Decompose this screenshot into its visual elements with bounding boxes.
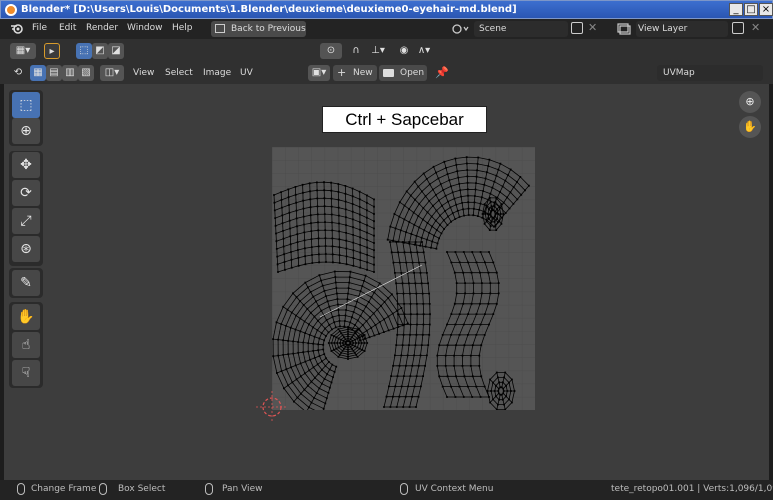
menu-help[interactable]: Help [172, 23, 193, 33]
delete-view-layer-icon[interactable]: ✕ [751, 21, 760, 34]
change-frame-hint: Change Frame [31, 484, 97, 494]
blender-logo-icon [5, 4, 17, 16]
back-to-previous-label: Back to Previous [231, 24, 306, 34]
pin-icon[interactable]: 📌 [435, 66, 449, 79]
proportional-falloff-icon[interactable]: ∧▾ [412, 43, 436, 59]
new-image-label: New [353, 68, 373, 78]
uv-select-mode-icon[interactable]: ▸ [44, 43, 60, 59]
menu-uv[interactable]: UV [240, 68, 253, 78]
proportional-edit-icon[interactable]: ◉ [396, 43, 412, 59]
right-mouse-icon [400, 483, 408, 495]
island-select-icon[interactable]: ▧ [78, 65, 94, 81]
editor-type-icon[interactable]: ▦▾ [10, 43, 36, 59]
new-scene-icon[interactable] [571, 22, 583, 34]
select-box-icon[interactable]: ⬚ [12, 92, 40, 118]
uv-context-menu-hint: UV Context Menu [415, 484, 494, 494]
rotate-icon[interactable]: ⟳ [12, 180, 40, 206]
scene-field[interactable]: Scene [474, 21, 568, 37]
scene-icon[interactable] [451, 22, 471, 39]
uv-island-mode-icon[interactable]: ◪ [108, 43, 124, 59]
uv-vertex-mode-icon[interactable]: ◩ [92, 43, 108, 59]
box-select-hint: Box Select [118, 484, 166, 494]
middle-mouse-icon [99, 483, 107, 495]
zoom-icon[interactable]: ⊕ [739, 91, 761, 113]
scene-label: Scene [479, 24, 507, 34]
plus-icon: + [337, 66, 347, 79]
uvmap-field[interactable]: UVMap [657, 65, 763, 81]
pivot-point-icon[interactable]: ⊙ [320, 43, 342, 59]
menu-image[interactable]: Image [203, 68, 231, 78]
scroll-mouse-icon [205, 483, 213, 495]
minimize-button[interactable]: _ [729, 3, 743, 16]
pan-view-hint: Pan View [222, 484, 263, 494]
pinch-icon[interactable]: ☟ [12, 360, 40, 386]
sticky-selection-icon[interactable]: ⟲ [10, 65, 26, 81]
menu-edit[interactable]: Edit [59, 23, 76, 33]
pan-hand-icon[interactable]: ✋ [739, 116, 761, 138]
left-mouse-icon [17, 483, 25, 495]
menu-render[interactable]: Render [86, 23, 118, 33]
edge-select-icon[interactable]: ▤ [46, 65, 62, 81]
relax-icon[interactable]: ☝ [12, 332, 40, 358]
grab-icon[interactable]: ✋ [12, 304, 40, 330]
view-layer-icon[interactable] [616, 22, 632, 39]
sync-selection-icon[interactable]: ⬚ [76, 43, 92, 59]
scene-stats: tete_retopo01.001 | Verts:1,096/1,096 [611, 484, 773, 494]
uv-editor-header-top: ▦▾ ▸ ⬚ ◩ ◪ ⊙ ∩ ⊥▾ ◉ ∧▾ [0, 39, 773, 63]
window-titlebar: Blender* [D:\Users\Louis\Documents\1.Ble… [0, 0, 773, 19]
vertex-select-icon[interactable]: ▦ [30, 65, 46, 81]
open-image-label: Open [400, 68, 425, 78]
screen-icon [215, 24, 225, 33]
uv-editor-header-bottom: ⟲ ▦ ▤ ▥ ▧ ◫▾ View Select Image UV ▣▾ + N… [0, 63, 773, 84]
transform-icon[interactable]: ⊛ [12, 236, 40, 262]
menu-view[interactable]: View [133, 68, 154, 78]
shortcut-hint-label: Ctrl + Sapcebar [322, 106, 487, 133]
menu-file[interactable]: File [32, 23, 47, 33]
close-button[interactable]: × [759, 3, 773, 16]
sticky-mode-icon[interactable]: ◫▾ [100, 65, 124, 81]
annotate-icon[interactable]: ✎ [12, 270, 40, 296]
cursor-icon[interactable]: ⊕ [12, 118, 40, 144]
menu-window[interactable]: Window [127, 23, 163, 33]
blender-menu-icon[interactable] [10, 23, 24, 35]
scale-icon[interactable]: ⤢ [12, 208, 40, 234]
new-view-layer-icon[interactable] [732, 22, 744, 34]
snap-icon[interactable]: ∩ [348, 43, 364, 59]
browse-image-icon[interactable]: ▣▾ [308, 65, 330, 81]
open-image-button[interactable]: Open [379, 65, 427, 81]
uvmap-label: UVMap [663, 68, 695, 78]
back-to-previous-button[interactable]: Back to Previous [211, 21, 306, 37]
top-menubar: File Edit Render Window Help Back to Pre… [0, 19, 773, 39]
new-image-button[interactable]: + New [333, 65, 377, 81]
uv-grid-image[interactable] [272, 147, 535, 410]
move-icon[interactable]: ✥ [12, 152, 40, 178]
menu-select[interactable]: Select [165, 68, 193, 78]
view-layer-label: View Layer [638, 24, 688, 34]
window-title: Blender* [D:\Users\Louis\Documents\1.Ble… [21, 4, 517, 15]
uv-grid-lines [272, 147, 535, 410]
face-select-icon[interactable]: ▥ [62, 65, 78, 81]
2d-cursor-icon[interactable] [254, 389, 290, 425]
folder-icon [383, 69, 394, 77]
delete-scene-icon[interactable]: ✕ [588, 21, 597, 34]
status-bar: Change Frame Box Select Pan View UV Cont… [0, 480, 773, 500]
view-layer-field[interactable]: View Layer [636, 21, 728, 37]
maximize-button[interactable]: □ [744, 3, 758, 16]
snap-target-icon[interactable]: ⊥▾ [366, 43, 390, 59]
